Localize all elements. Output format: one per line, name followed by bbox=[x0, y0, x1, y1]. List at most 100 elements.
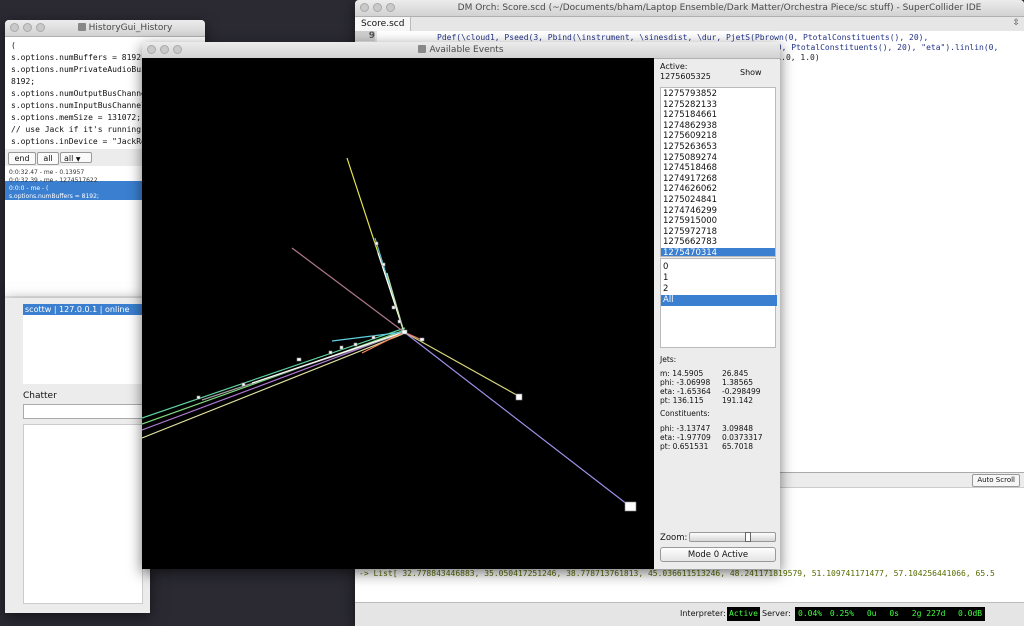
event-id-item[interactable]: 1275282133 bbox=[661, 100, 775, 111]
user-item[interactable]: scottw | 127.0.0.1 | online bbox=[23, 304, 143, 315]
tab-score[interactable]: Score.scd bbox=[355, 17, 412, 31]
particle-marker bbox=[419, 337, 425, 342]
mode-item[interactable]: 0 bbox=[661, 262, 777, 273]
line-number: 9 bbox=[355, 31, 375, 41]
zoom-slider-handle[interactable] bbox=[745, 532, 751, 542]
track-line bbox=[142, 329, 406, 425]
minimize-icon[interactable] bbox=[160, 45, 169, 54]
server-status[interactable]: 0.04% 0.25% 0u 0s 2g 227d bbox=[795, 607, 955, 621]
history-entry[interactable]: 0:0:32.39 - me - 1274517622 bbox=[9, 177, 98, 184]
event-id-item[interactable]: 1275915000 bbox=[661, 216, 775, 227]
chat-input[interactable] bbox=[23, 404, 143, 419]
cpu-peak: 0.25% bbox=[829, 609, 855, 618]
event-id-item[interactable]: 1275793852 bbox=[661, 89, 775, 100]
particle-marker bbox=[391, 305, 396, 310]
zoom-icon[interactable] bbox=[386, 3, 395, 12]
track-line bbox=[142, 331, 405, 431]
user-list[interactable]: scottw | 127.0.0.1 | online bbox=[23, 304, 143, 384]
close-icon[interactable] bbox=[147, 45, 156, 54]
document-icon bbox=[77, 23, 86, 31]
interpreter-label: Interpreter: bbox=[680, 609, 726, 618]
zoom-icon[interactable] bbox=[36, 23, 45, 32]
history-text-line: ( bbox=[11, 41, 16, 50]
zoom-slider[interactable] bbox=[689, 532, 776, 542]
history-entry[interactable]: s.options.numPrivateA bbox=[9, 201, 77, 208]
end-button[interactable]: end bbox=[8, 152, 36, 165]
group-def-count: 2g 227d bbox=[911, 609, 946, 618]
event-id-item[interactable]: 1275972718 bbox=[661, 227, 775, 238]
stat-v1: pt: 136.115 bbox=[660, 396, 704, 405]
stat-v2: 3.09848 bbox=[722, 424, 754, 433]
history-entry[interactable]: s.options.numBuffers = 8192; bbox=[9, 193, 99, 200]
zoom-icon[interactable] bbox=[173, 45, 182, 54]
event-id-item[interactable]: 1274626062 bbox=[661, 184, 775, 195]
history-text-line: s.options.numInputBusChannels = bbox=[11, 101, 161, 110]
close-icon[interactable] bbox=[10, 23, 19, 32]
history-title: HistoryGui_History bbox=[88, 23, 173, 33]
chevron-down-icon[interactable]: ⇳ bbox=[1012, 18, 1020, 28]
stat-v2: 191.142 bbox=[722, 396, 754, 405]
event-id-item[interactable]: 1275263653 bbox=[661, 142, 775, 153]
particle-marker bbox=[515, 393, 523, 401]
event-id-item[interactable]: 1275662783 bbox=[661, 237, 775, 248]
filter-dropdown[interactable]: all ▼ bbox=[60, 152, 92, 163]
volume-readout[interactable]: 0.0dB bbox=[955, 607, 986, 621]
ide-titlebar[interactable]: DM Orch: Score.scd (~/Documents/bham/Lap… bbox=[355, 0, 1024, 17]
stat-v2: 0.0373317 bbox=[722, 433, 763, 442]
event-id-item[interactable]: 1275089274 bbox=[661, 153, 775, 164]
history-titlebar[interactable]: HistoryGui_History bbox=[5, 20, 205, 37]
history-text-line: 8192; bbox=[11, 77, 36, 86]
particle-marker bbox=[241, 382, 246, 387]
jets-label: Jets: bbox=[660, 355, 677, 364]
event-id-item[interactable]: 1274518468 bbox=[661, 163, 775, 174]
history-text-line: // use Jack if it's running bbox=[11, 125, 142, 134]
stat-v2: -0.298499 bbox=[722, 387, 761, 396]
interpreter-status[interactable]: Active bbox=[727, 607, 760, 621]
history-text-line: s.options.numOutputBusChannels bbox=[11, 89, 156, 98]
synth-count: 0s bbox=[889, 609, 899, 618]
show-button[interactable]: Show bbox=[740, 68, 762, 77]
minimize-icon[interactable] bbox=[23, 23, 32, 32]
window-controls bbox=[360, 3, 395, 12]
event-visualization[interactable] bbox=[142, 58, 654, 569]
events-titlebar[interactable]: Available Events bbox=[142, 42, 780, 59]
event-id-item[interactable]: 1274746299 bbox=[661, 206, 775, 217]
minimize-icon[interactable] bbox=[373, 3, 382, 12]
event-id-item[interactable]: 1275470314 bbox=[661, 248, 775, 256]
window-controls bbox=[10, 23, 45, 32]
stat-v2: 65.7018 bbox=[722, 442, 754, 451]
particle-marker bbox=[397, 319, 402, 324]
history-entry[interactable]: 0:0:0 - me - ( bbox=[9, 185, 48, 192]
zoom-label: Zoom: bbox=[660, 533, 688, 543]
mode-list[interactable]: 0 1 2 All bbox=[660, 258, 777, 348]
event-id-list[interactable]: 1275793852 1275282133 1275184661 1274862938… bbox=[660, 87, 776, 257]
close-icon[interactable] bbox=[360, 3, 369, 12]
history-text-line: s.options.memSize = 131072; bbox=[11, 113, 142, 122]
particle-marker bbox=[339, 345, 344, 350]
jet-graph bbox=[142, 157, 637, 512]
server-label: Server: bbox=[762, 609, 791, 618]
all-button[interactable]: all bbox=[37, 152, 59, 165]
auto-scroll-button[interactable]: Auto Scroll bbox=[972, 474, 1020, 487]
event-id-item[interactable]: 1275609218 bbox=[661, 131, 775, 142]
stat-v1: phi: -3.06998 bbox=[660, 378, 711, 387]
chevron-down-icon: ▼ bbox=[75, 156, 81, 163]
particle-marker bbox=[381, 262, 386, 267]
event-id-item[interactable]: 1275184661 bbox=[661, 110, 775, 121]
event-id-item[interactable]: 1275024841 bbox=[661, 195, 775, 206]
history-entry[interactable]: 0:0:32.47 - me - 0.13957 bbox=[9, 169, 84, 176]
mode-item[interactable]: 1 bbox=[661, 273, 777, 284]
active-id: 1275605325 bbox=[660, 72, 711, 81]
particle-marker bbox=[401, 329, 408, 335]
mode-button[interactable]: Mode 0 Active bbox=[660, 547, 776, 562]
stat-v2: 26.845 bbox=[722, 369, 749, 378]
stat-v1: eta: -1.65364 bbox=[660, 387, 711, 396]
event-id-item[interactable]: 1274862938 bbox=[661, 121, 775, 132]
stat-v1: m: 14.5905 bbox=[660, 369, 704, 378]
mode-item[interactable]: 2 bbox=[661, 284, 777, 295]
particle-marker bbox=[371, 335, 376, 340]
constituents-label: Constituents: bbox=[660, 409, 710, 418]
particle-marker bbox=[374, 241, 379, 246]
event-id-item[interactable]: 1274917268 bbox=[661, 174, 775, 185]
mode-item[interactable]: All bbox=[661, 295, 777, 306]
